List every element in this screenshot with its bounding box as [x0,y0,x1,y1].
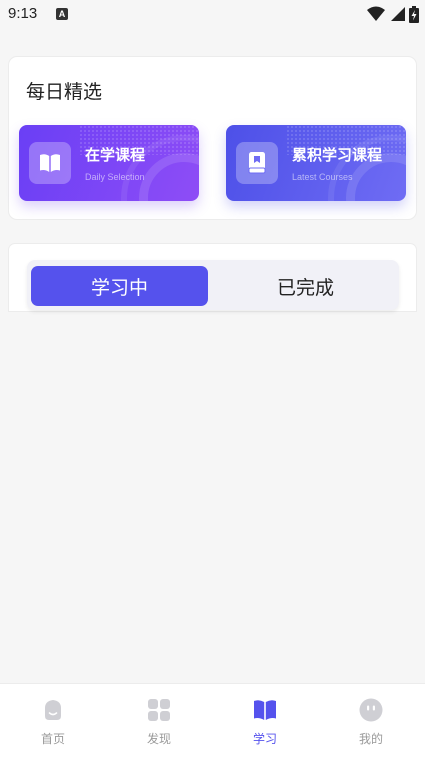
profile-face-icon [359,698,383,722]
nav-item-study[interactable]: 学习 [212,684,318,757]
battery-charging-icon [409,5,419,23]
grid-icon [148,699,170,721]
nav-item-mine[interactable]: 我的 [318,684,424,757]
nav-label: 首页 [40,732,65,746]
tab-studying[interactable]: 学习中 [31,266,208,306]
nav-label: 我的 [358,732,383,746]
wifi-icon [367,6,385,21]
closed-book-icon [236,142,278,184]
status-icons [367,5,419,23]
a-badge-icon: A [56,8,68,20]
book-icon [254,700,276,720]
daily-picks-title: 每日精选 [26,81,103,103]
open-book-icon [29,142,71,184]
signal-icon [391,7,405,21]
nav-item-discover[interactable]: 发现 [106,684,212,757]
accumulated-courses-card[interactable]: 累积学习课程 Latest Courses [226,125,406,201]
status-time: 9:13 [8,5,38,22]
home-blob-icon [45,700,61,720]
nav-label: 学习 [252,732,277,746]
bottom-nav: 首页 发现 学习 我的 [0,683,425,757]
tab-completed[interactable]: 已完成 [217,266,394,306]
course-tab-section: 学习中 已完成 [9,244,416,311]
nav-label: 发现 [146,732,171,746]
card-subtitle: Daily Selection [85,172,145,182]
in-progress-courses-card[interactable]: 在学课程 Daily Selection [19,125,199,201]
status-bar: 9:13 A [0,0,425,30]
nav-item-home[interactable]: 首页 [0,684,106,757]
card-title: 累积学习课程 [292,146,383,164]
daily-picks-card: 每日精选 在学课程 Daily Selection 累积学习课程 Latest … [9,57,416,219]
card-title: 在学课程 [85,146,146,164]
segmented-tab-bar: 学习中 已完成 [27,260,399,310]
card-subtitle: Latest Courses [292,172,353,182]
